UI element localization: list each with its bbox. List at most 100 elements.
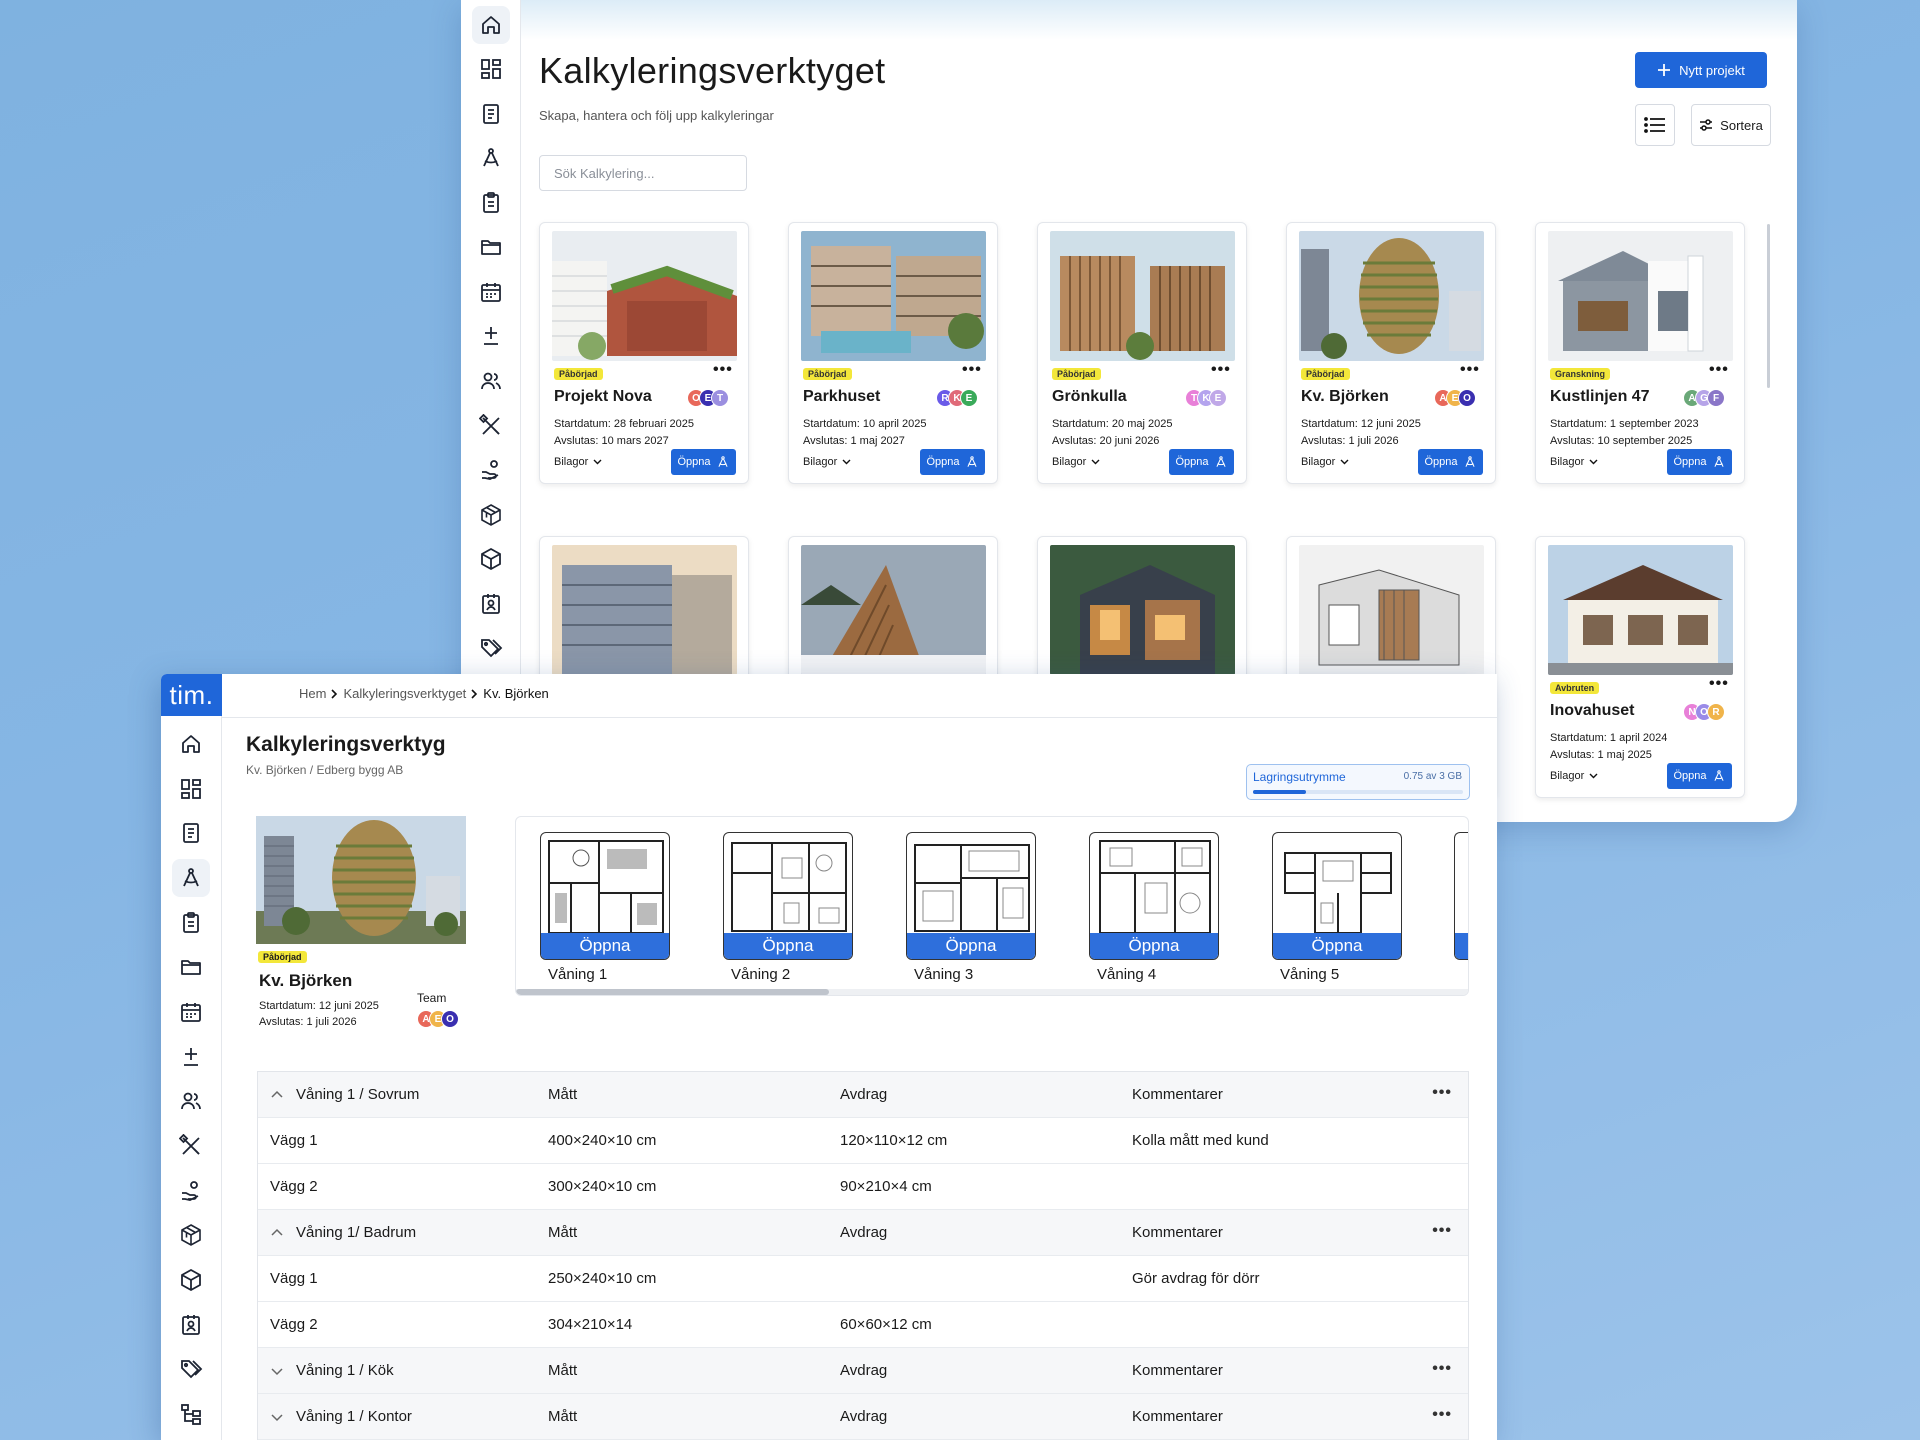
sidebar-document-button[interactable] [472, 95, 510, 133]
open-button[interactable]: Öppna [1169, 449, 1234, 475]
chevron-down-icon[interactable] [270, 1364, 284, 1378]
attachments-dropdown[interactable]: Bilagor [1550, 456, 1598, 468]
chevron-down-icon [842, 459, 851, 465]
project-card[interactable]: Påbörjad ••• Parkhuset R K E Startdatum: 10 ap… [788, 222, 998, 484]
sidebar-box-button[interactable] [172, 1261, 210, 1299]
new-project-button[interactable]: Nytt projekt [1635, 52, 1767, 88]
floor-card[interactable]: Öppna Våning 3 [906, 832, 1036, 983]
chevron-up-icon[interactable] [270, 1088, 284, 1102]
search-input[interactable] [539, 155, 747, 191]
open-button[interactable]: Öppna [671, 449, 736, 475]
table-row[interactable]: Vägg 1 400×240×10 cm 120×110×12 cm Kolla må… [258, 1118, 1468, 1164]
more-menu-icon[interactable]: ••• [962, 361, 982, 379]
group-title: Våning 1 / Kök [296, 1362, 394, 1379]
attachments-dropdown[interactable]: Bilagor [803, 456, 851, 468]
sidebar-users-button[interactable] [172, 1083, 210, 1121]
more-menu-icon[interactable]: ••• [1432, 1222, 1452, 1240]
sidebar-plus-minus-button[interactable] [472, 318, 510, 356]
sidebar-box-button[interactable] [472, 540, 510, 578]
column-header-kommentarer: Kommentarer [1132, 1362, 1223, 1379]
sidebar-home-button[interactable] [172, 725, 210, 763]
table-group-header[interactable]: Våning 1/ Badrum Mått Avdrag Kommentarer ••• [258, 1210, 1468, 1256]
floor-card[interactable]: Öppna Våning 1 [540, 832, 670, 983]
table-row[interactable]: Vägg 2 300×240×10 cm 90×210×4 cm [258, 1164, 1468, 1210]
cell-matt: 250×240×10 cm [548, 1270, 657, 1287]
sidebar-boxes-button[interactable] [472, 496, 510, 534]
scrollbar[interactable] [1767, 224, 1770, 388]
chevron-down-icon[interactable] [270, 1410, 284, 1424]
open-floor-button[interactable]: Öppna [541, 933, 669, 959]
table-group-header[interactable]: Våning 1 / Sovrum Mått Avdrag Kommentarer ••… [258, 1072, 1468, 1118]
project-card[interactable]: Avbruten ••• Inovahuset N O R Startdatum: 1 ap… [1535, 536, 1745, 798]
attachments-label: Bilagor [554, 456, 589, 468]
chevron-up-icon[interactable] [270, 1226, 284, 1240]
attachments-dropdown[interactable]: Bilagor [1052, 456, 1100, 468]
attachments-dropdown[interactable]: Bilagor [554, 456, 602, 468]
attachments-dropdown[interactable]: Bilagor [1550, 770, 1598, 782]
sidebar-users-button[interactable] [472, 362, 510, 400]
sidebar-calendar-button[interactable] [172, 993, 210, 1031]
breadcrumb-home[interactable]: Hem [299, 686, 326, 701]
table-group-header[interactable]: Våning 1 / Kontor Mått Avdrag Kommentarer ••… [258, 1394, 1468, 1440]
carousel-scrollbar[interactable] [516, 989, 1468, 995]
project-card[interactable]: Påbörjad ••• Kv. Björken A E O Startdatum: 12 … [1286, 222, 1496, 484]
more-menu-icon[interactable]: ••• [1432, 1084, 1452, 1102]
app-logo[interactable]: tim. [161, 674, 222, 716]
open-button[interactable]: Öppna [920, 449, 985, 475]
more-menu-icon[interactable]: ••• [1709, 361, 1729, 379]
more-menu-icon[interactable]: ••• [1709, 675, 1729, 693]
sidebar-hand-coins-button[interactable] [472, 451, 510, 489]
more-menu-icon[interactable]: ••• [713, 361, 733, 379]
open-floor-button[interactable]: Öppna [724, 933, 852, 959]
sidebar-tools-button[interactable] [472, 407, 510, 445]
open-floor-button[interactable]: Öppna [1090, 933, 1218, 959]
list-view-button[interactable] [1635, 104, 1675, 146]
sidebar-compass-button[interactable] [172, 859, 210, 897]
sidebar-tags-button[interactable] [172, 1351, 210, 1389]
open-floor-button[interactable]: Öppna [1273, 933, 1401, 959]
cell-matt: 304×210×14 [548, 1316, 633, 1333]
open-label: Öppna [677, 456, 711, 468]
project-card[interactable]: Påbörjad ••• Grönkulla T K E Startdatum: 20 ma… [1037, 222, 1247, 484]
sidebar-tools-button[interactable] [172, 1127, 210, 1165]
sort-button[interactable]: Sortera [1691, 104, 1771, 146]
more-menu-icon[interactable]: ••• [1460, 361, 1480, 379]
open-button[interactable]: Öppna [1667, 763, 1732, 789]
sidebar-document-button[interactable] [172, 814, 210, 852]
open-button[interactable]: Öppna [1418, 449, 1483, 475]
sidebar-tags-button[interactable] [472, 629, 510, 667]
open-floor-button[interactable]: Öppna [907, 933, 1035, 959]
floor-card[interactable]: Öppna Våning 2 [723, 832, 853, 983]
sidebar-clipboard-button[interactable] [172, 904, 210, 942]
sidebar-home-button[interactable] [471, 6, 510, 44]
table-group-header[interactable]: Våning 1 / Kök Mått Avdrag Kommentarer ••• [258, 1348, 1468, 1394]
sidebar-hand-coins-button[interactable] [172, 1172, 210, 1210]
sidebar-dashboard-button[interactable] [172, 770, 210, 808]
end-date: Avslutas: 10 september 2025 [1550, 435, 1693, 447]
table-row[interactable]: Vägg 2 304×210×14 60×60×12 cm [258, 1302, 1468, 1348]
tools-icon [478, 413, 500, 435]
table-row[interactable]: Vägg 1 250×240×10 cm Gör avdrag för dörr [258, 1256, 1468, 1302]
sidebar-calendar-button[interactable] [472, 273, 510, 311]
attachments-dropdown[interactable]: Bilagor [1301, 456, 1349, 468]
more-menu-icon[interactable]: ••• [1432, 1406, 1452, 1424]
sidebar-boxes-button[interactable] [172, 1217, 210, 1255]
breadcrumb-tool[interactable]: Kalkyleringsverktyget [343, 686, 466, 701]
more-menu-icon[interactable]: ••• [1432, 1360, 1452, 1378]
open-button[interactable]: Öppna [1667, 449, 1732, 475]
cell-avdrag: 120×110×12 cm [840, 1132, 948, 1149]
sidebar-clipboard-button[interactable] [472, 184, 510, 222]
project-card[interactable]: Granskning ••• Kustlinjen 47 A G F Startdatum:… [1535, 222, 1745, 484]
sidebar-badge-button[interactable] [472, 585, 510, 623]
sidebar-badge-button[interactable] [172, 1306, 210, 1344]
sidebar-dashboard-button[interactable] [472, 51, 510, 89]
more-menu-icon[interactable]: ••• [1211, 361, 1231, 379]
floor-card[interactable]: Öppna Våning 5 [1272, 832, 1402, 983]
project-card[interactable]: Påbörjad ••• Projekt Nova O E T Startdatum: 28… [539, 222, 749, 484]
sidebar-hierarchy-button[interactable] [172, 1395, 210, 1433]
sidebar-plus-minus-button[interactable] [172, 1038, 210, 1076]
floor-card[interactable]: Öppna Våning 4 [1089, 832, 1219, 983]
sidebar-compass-button[interactable] [472, 140, 510, 178]
sidebar-folder-button[interactable] [172, 948, 210, 986]
sidebar-folder-button[interactable] [472, 229, 510, 267]
